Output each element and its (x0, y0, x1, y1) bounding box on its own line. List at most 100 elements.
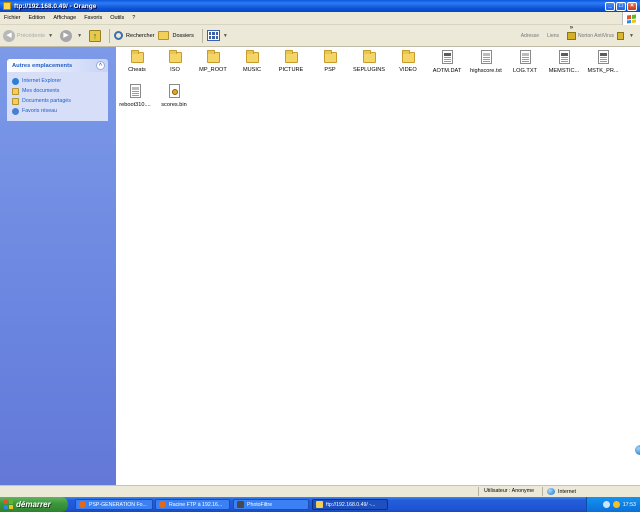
clock[interactable]: 17:53 (623, 502, 636, 508)
network-icon (12, 107, 19, 115)
sidebar-link-internet-explorer[interactable]: Internet Explorer (12, 76, 104, 86)
toolbar-separator (201, 28, 203, 43)
chevron-more-icon[interactable]: » (570, 25, 573, 31)
status-bar: Utilisateur : Anonyme Internet (0, 485, 640, 497)
menu-favoris[interactable]: Favoris (84, 15, 102, 21)
back-label: Précédente (17, 32, 46, 39)
forward-button[interactable]: ▶ ▼ (60, 29, 85, 42)
start-button[interactable]: démarrer (0, 497, 68, 512)
back-dropdown-icon[interactable]: ▼ (48, 33, 53, 39)
sidebar-link-favoris-reseau[interactable]: Favoris réseau (12, 106, 104, 116)
item-label: reboot310.... (119, 102, 151, 108)
task-pane: Autres emplacements ˄ Internet Explorer … (0, 47, 116, 485)
shared-folder-icon (12, 97, 19, 105)
file-item[interactable]: scores.bin (155, 83, 193, 117)
folders-label: Dossiers (172, 32, 194, 39)
menu-help[interactable]: ? (132, 15, 135, 21)
item-label: MUSIC (242, 67, 262, 73)
security-tray-icon[interactable] (612, 501, 620, 508)
file-item[interactable]: AOTM.DAT (428, 49, 466, 83)
item-label: MSTK_PR... (587, 68, 619, 74)
taskbar-button-photofiltre[interactable]: PhotoFiltre (233, 499, 309, 510)
folders-button[interactable]: Dossiers (158, 31, 194, 40)
firefox-icon (79, 501, 86, 508)
folder-icon (12, 87, 19, 95)
taskbar-button-ftp-window[interactable]: ftp://192.168.0.49/ -... (312, 499, 388, 510)
item-label: SEPLUGINS (352, 67, 386, 73)
menu-affichage[interactable]: Affichage (53, 15, 76, 21)
status-zone: Internet (547, 488, 576, 495)
firefox-icon (159, 501, 166, 508)
links-label[interactable]: Liens (547, 33, 559, 39)
sidebar-link-label: Mes documents (22, 88, 60, 94)
menu-fichier[interactable]: Fichier (4, 15, 21, 21)
taskbar-button-racine-ftp[interactable]: Racine FTP à 192.16... (155, 499, 230, 510)
search-label: Rechercher (126, 32, 155, 39)
up-folder-button[interactable]: ↑ (89, 29, 102, 42)
norton-shield-icon[interactable] (617, 32, 625, 40)
minimize-button[interactable]: _ (605, 1, 615, 11)
file-icon (597, 50, 609, 64)
start-label: démarrer (16, 500, 51, 509)
internet-zone-icon (547, 488, 555, 495)
folder-icon (206, 50, 220, 63)
window-titlebar[interactable]: ftp://192.168.0.49/ - Orange _ □ × (0, 0, 640, 12)
folder-item[interactable]: PICTURE (272, 49, 310, 83)
task-label: ftp://192.168.0.49/ -... (326, 501, 376, 508)
views-button[interactable]: ▼ (206, 30, 231, 41)
menu-edition[interactable]: Edition (29, 15, 46, 21)
status-divider (478, 487, 479, 496)
norton-label[interactable]: Norton AntiVirus (578, 33, 614, 39)
folder-icon (401, 50, 415, 63)
file-item[interactable]: highscore.txt (467, 49, 505, 83)
item-label: LOG.TXT (513, 68, 537, 74)
folder-item[interactable]: MP_ROOT (194, 49, 232, 83)
folder-icon (284, 50, 298, 63)
folder-icon (316, 501, 323, 508)
back-arrow-icon: ◀ (3, 29, 15, 42)
views-dropdown-icon: ▼ (222, 32, 228, 39)
item-label: PSP (324, 67, 336, 73)
sidebar-link-label: Favoris réseau (22, 108, 58, 114)
folder-item[interactable]: Cheats (118, 49, 156, 83)
file-item[interactable]: reboot310.... (116, 83, 154, 117)
folder-item[interactable]: VIDEO (389, 49, 427, 83)
sidebar-link-documents-partages[interactable]: Documents partagés (12, 96, 104, 106)
file-list: Cheats ISO MP_ROOT MUSIC PICTURE PSP SEP… (116, 47, 640, 485)
item-label: MEMSTIC... (548, 68, 580, 74)
back-button[interactable]: ◀ Précédente ▼ (3, 29, 56, 42)
task-label: PhotoFiltre (247, 501, 273, 508)
folder-icon (245, 50, 259, 63)
panel-title: Autres emplacements (12, 62, 73, 69)
search-button[interactable]: Rechercher (114, 31, 154, 40)
file-item[interactable]: LOG.TXT (506, 49, 544, 83)
collapse-icon[interactable]: ˄ (96, 61, 105, 70)
system-tray: 17:53 (586, 497, 640, 512)
address-label[interactable]: Adresse (521, 33, 539, 39)
folder-icon (168, 50, 182, 63)
folder-item[interactable]: ISO (156, 49, 194, 83)
folder-item[interactable]: SEPLUGINS (350, 49, 388, 83)
sidebar-link-mes-documents[interactable]: Mes documents (12, 86, 104, 96)
forward-dropdown-icon[interactable]: ▼ (77, 33, 82, 39)
norton-dropdown-icon[interactable]: ▼ (629, 33, 634, 39)
text-file-icon (480, 50, 492, 64)
status-zone-label: Internet (558, 488, 576, 495)
network-tray-icon[interactable] (602, 501, 610, 508)
task-label: Racine FTP à 192.16... (169, 501, 223, 508)
norton-icon (567, 32, 576, 40)
taskbar-button-psp-generation[interactable]: PSP-GENERATION Fo... (75, 499, 153, 510)
file-icon (441, 50, 453, 64)
maximize-button[interactable]: □ (616, 1, 626, 11)
window-title: ftp://192.168.0.49/ - Orange (14, 2, 97, 10)
file-item[interactable]: MSTK_PR... (584, 49, 622, 83)
menu-outils[interactable]: Outils (110, 15, 124, 21)
bin-file-icon (168, 84, 180, 98)
file-item[interactable]: MEMSTIC... (545, 49, 583, 83)
folder-item[interactable]: MUSIC (233, 49, 271, 83)
windows-flag-icon (4, 500, 13, 509)
folder-item[interactable]: PSP (311, 49, 349, 83)
item-label: Cheats (128, 67, 146, 73)
panel-header[interactable]: Autres emplacements ˄ (7, 59, 108, 72)
close-button[interactable]: × (627, 1, 637, 11)
